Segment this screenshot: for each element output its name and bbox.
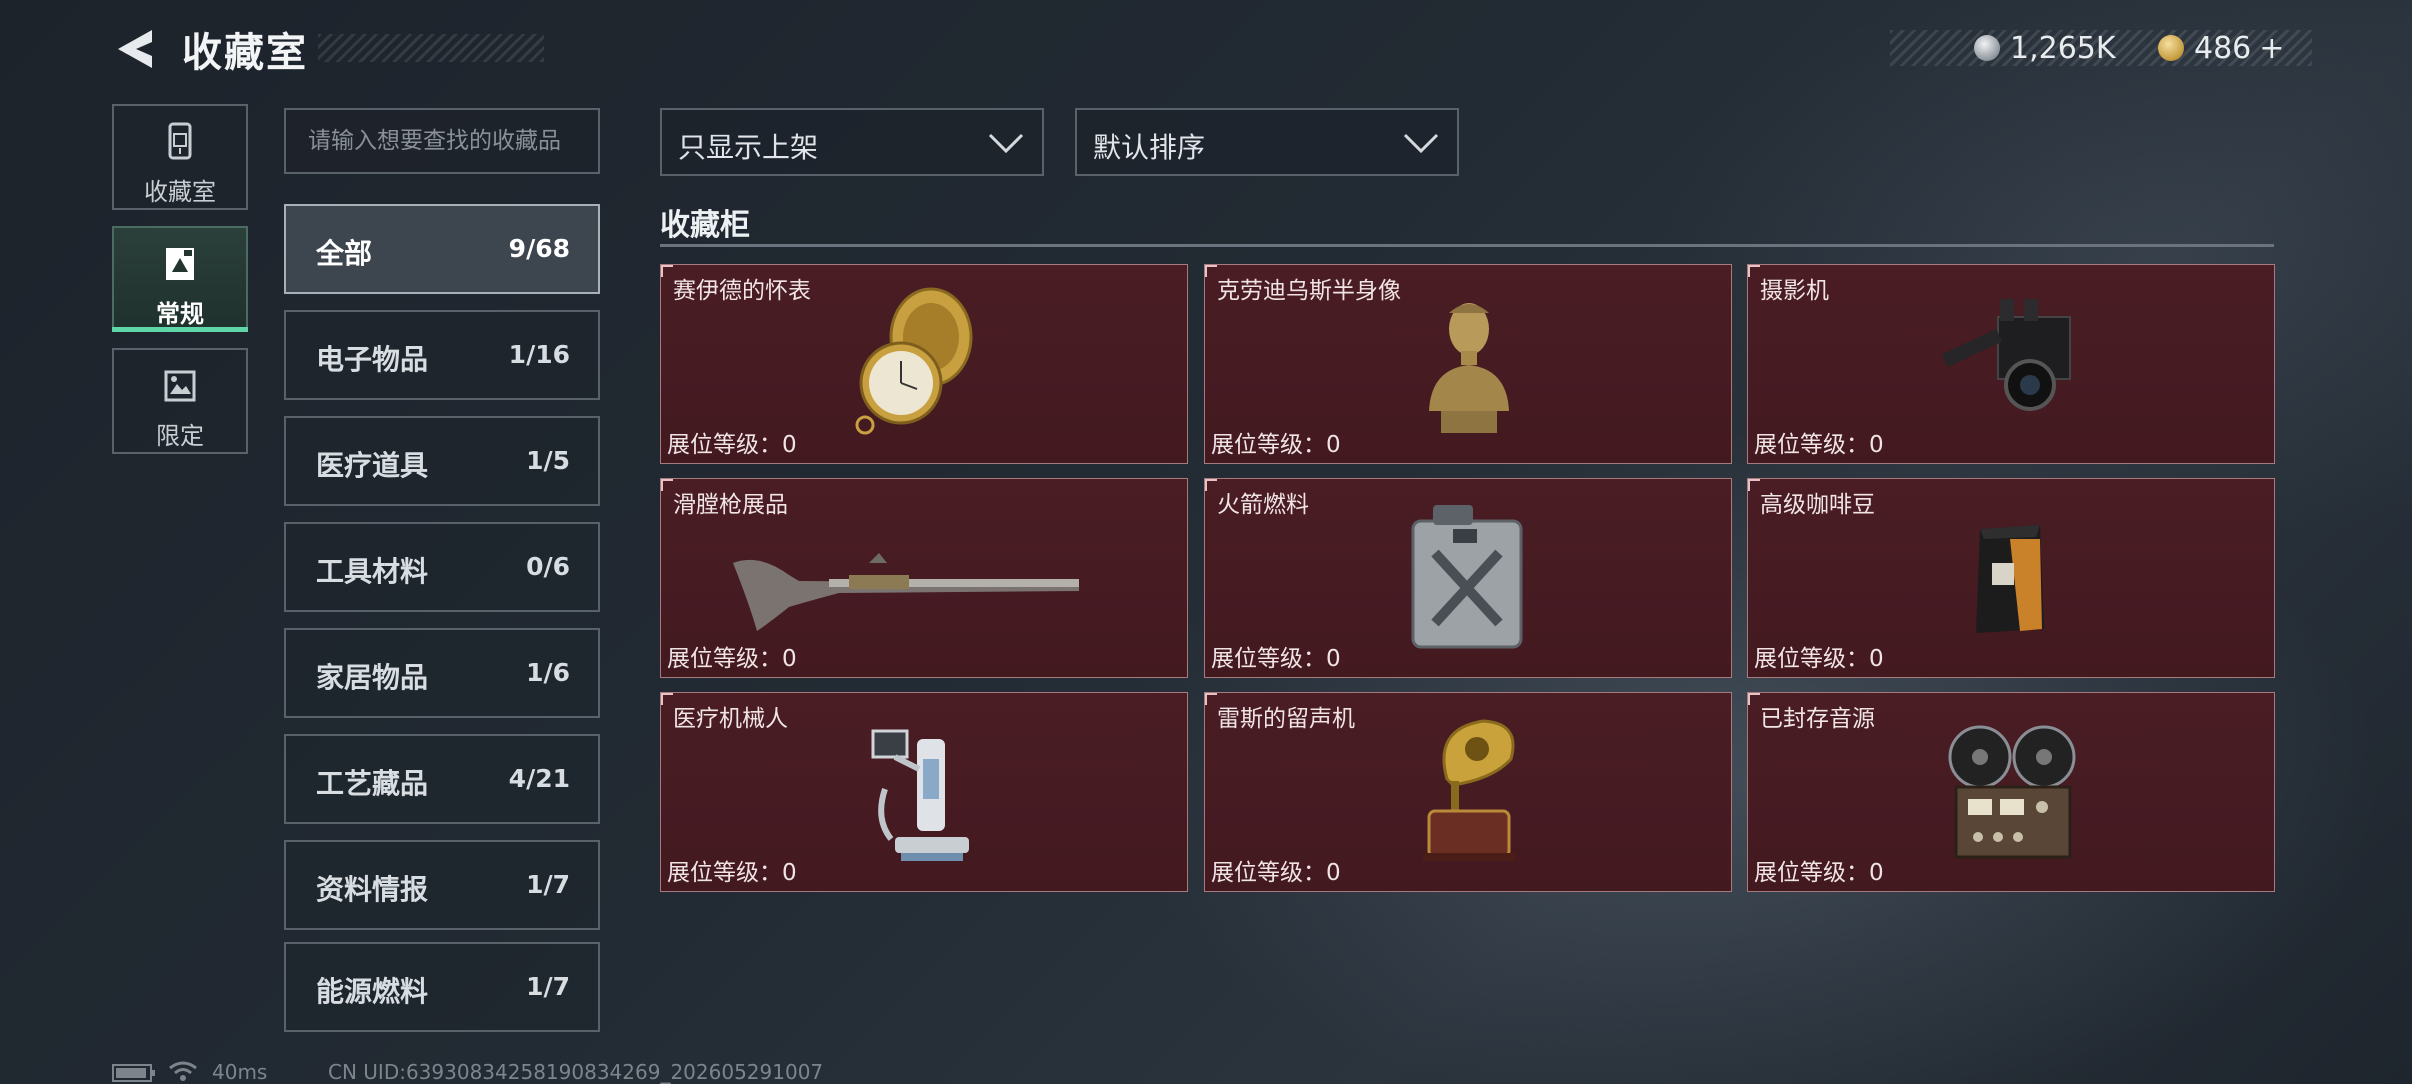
page-title: 收藏室 xyxy=(182,30,308,76)
category-label: 工艺藏品 xyxy=(316,767,429,800)
display-level: 展位等级：0 xyxy=(1211,860,1341,886)
item-name: 火箭燃料 xyxy=(1217,492,1309,518)
silver-amount: 1,265K xyxy=(2010,30,2116,66)
ping-readout: 40ms xyxy=(212,1060,268,1084)
display-level: 展位等级：0 xyxy=(1754,432,1884,458)
sort-dropdown[interactable]: 默认排序 xyxy=(1075,108,1459,176)
item-name: 雷斯的留声机 xyxy=(1217,706,1355,732)
display-level: 展位等级：0 xyxy=(667,432,797,458)
phone-booth-icon xyxy=(168,122,192,160)
category-all[interactable]: 全部 9/68 xyxy=(284,204,600,294)
fuel-canister-icon xyxy=(1411,505,1523,649)
category-electronics[interactable]: 电子物品 1/16 xyxy=(284,310,600,400)
category-count: 1/5 xyxy=(526,446,570,475)
dropdown-value: 默认排序 xyxy=(1093,131,1206,164)
coffee-bag-icon xyxy=(1976,525,2044,633)
category-label: 能源燃料 xyxy=(316,975,429,1008)
display-level: 展位等级：0 xyxy=(667,646,797,672)
category-count: 1/7 xyxy=(526,972,570,1001)
category-intel[interactable]: 资料情报 1/7 xyxy=(284,840,600,930)
collectible-card[interactable]: 克劳迪乌斯半身像 展位等级：0 xyxy=(1204,264,1732,464)
category-crafts[interactable]: 工艺藏品 4/21 xyxy=(284,734,600,824)
category-count: 1/16 xyxy=(508,340,570,369)
title-decoration xyxy=(318,34,544,62)
back-arrow-icon[interactable] xyxy=(112,26,156,72)
uid-text: CN UID:63930834258190834269_202605291007 xyxy=(328,1060,824,1084)
shelf-filter-dropdown[interactable]: 只显示上架 xyxy=(660,108,1044,176)
collectible-card[interactable]: 火箭燃料 展位等级：0 xyxy=(1204,478,1732,678)
category-label: 全部 xyxy=(316,237,373,270)
chevron-down-icon xyxy=(1403,133,1439,154)
item-name: 赛伊德的怀表 xyxy=(673,278,811,304)
nav-collection-room[interactable]: 收藏室 xyxy=(112,104,248,210)
item-name: 摄影机 xyxy=(1760,278,1829,304)
category-label: 资料情报 xyxy=(316,873,429,906)
collectible-card[interactable]: 高级咖啡豆 展位等级：0 xyxy=(1747,478,2275,678)
gramophone-icon xyxy=(1423,719,1515,861)
nav-label: 限定 xyxy=(156,422,204,450)
category-household[interactable]: 家居物品 1/6 xyxy=(284,628,600,718)
wifi-icon xyxy=(169,1061,197,1081)
collectible-card[interactable]: 摄影机 展位等级：0 xyxy=(1747,264,2275,464)
collectible-card[interactable]: 雷斯的留声机 展位等级：0 xyxy=(1204,692,1732,892)
framed-picture-icon xyxy=(166,248,194,280)
nav-label: 常规 xyxy=(156,300,204,328)
chevron-down-icon xyxy=(988,133,1024,154)
category-count: 1/7 xyxy=(526,870,570,899)
category-medical[interactable]: 医疗道具 1/5 xyxy=(284,416,600,506)
gold-coin-icon xyxy=(2158,35,2184,61)
category-tools[interactable]: 工具材料 0/6 xyxy=(284,522,600,612)
category-energy[interactable]: 能源燃料 1/7 xyxy=(284,942,600,1032)
category-count: 1/6 xyxy=(526,658,570,687)
category-count: 0/6 xyxy=(526,552,570,581)
category-count: 9/68 xyxy=(508,234,570,263)
category-count: 4/21 xyxy=(508,764,570,793)
item-name: 已封存音源 xyxy=(1760,706,1875,732)
display-level: 展位等级：0 xyxy=(1211,646,1341,672)
item-name: 滑膛枪展品 xyxy=(673,492,788,518)
collectible-card[interactable]: 已封存音源 展位等级：0 xyxy=(1747,692,2275,892)
add-currency-button[interactable]: + xyxy=(2259,31,2284,66)
nav-label: 收藏室 xyxy=(144,178,216,206)
category-label: 医疗道具 xyxy=(316,449,429,482)
collectible-card[interactable]: 赛伊德的怀表 展位等级：0 xyxy=(660,264,1188,464)
pocket-watch-icon xyxy=(855,287,973,435)
item-name: 高级咖啡豆 xyxy=(1760,492,1875,518)
currency-bar: 1,265K 486 + xyxy=(1890,30,2312,66)
display-level: 展位等级：0 xyxy=(1754,860,1884,886)
reel-recorder-icon xyxy=(1948,725,2076,859)
section-title: 收藏柜 xyxy=(660,208,750,243)
silver-currency: 1,265K xyxy=(1974,30,2116,66)
collectible-card[interactable]: 滑膛枪展品 展位等级：0 xyxy=(660,478,1188,678)
gold-amount: 486 xyxy=(2194,30,2252,66)
medical-robot-icon xyxy=(871,729,969,861)
battery-icon xyxy=(112,1064,155,1082)
category-label: 工具材料 xyxy=(316,555,429,588)
landscape-frame-icon xyxy=(164,370,196,402)
collectible-card[interactable]: 医疗机械人 展位等级：0 xyxy=(660,692,1188,892)
section-divider xyxy=(660,244,2274,247)
item-name: 克劳迪乌斯半身像 xyxy=(1217,278,1401,304)
category-label: 家居物品 xyxy=(316,661,429,694)
display-level: 展位等级：0 xyxy=(1211,432,1341,458)
musket-icon xyxy=(733,553,1079,631)
display-level: 展位等级：0 xyxy=(1754,646,1884,672)
nav-regular[interactable]: 常规 xyxy=(112,226,248,332)
category-label: 电子物品 xyxy=(316,343,429,376)
collection-search-input[interactable] xyxy=(284,108,600,174)
nav-limited[interactable]: 限定 xyxy=(112,348,248,454)
bust-statue-icon xyxy=(1429,303,1509,433)
display-level: 展位等级：0 xyxy=(667,860,797,886)
silver-coin-icon xyxy=(1974,35,2000,61)
item-name: 医疗机械人 xyxy=(673,706,788,732)
dropdown-value: 只显示上架 xyxy=(678,131,819,164)
video-camera-icon xyxy=(1941,299,2071,411)
gold-currency[interactable]: 486 + xyxy=(2158,30,2284,66)
